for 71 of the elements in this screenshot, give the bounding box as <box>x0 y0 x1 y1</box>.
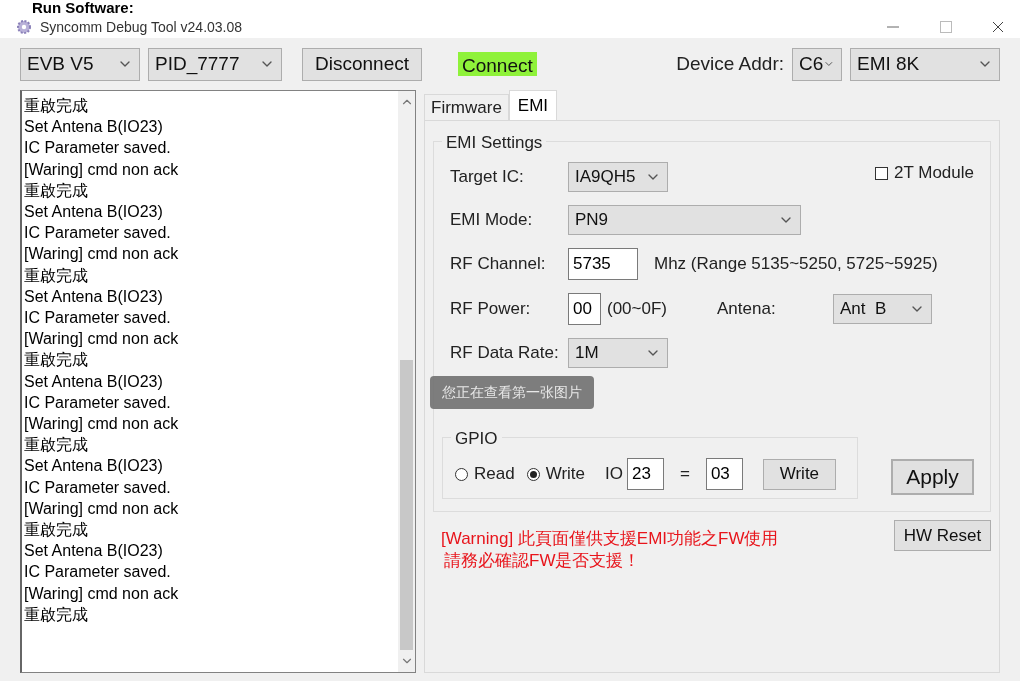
log-line: Set Antena B(IO23) <box>24 371 164 392</box>
mode-select[interactable]: EMI 8K <box>850 47 1000 81</box>
radio-button[interactable] <box>526 467 540 481</box>
checkbox-square[interactable] <box>875 166 888 180</box>
log-line: IC Parameter saved. <box>24 562 172 583</box>
data-rate-select[interactable]: 1M <box>568 338 668 368</box>
apply-button[interactable]: Apply <box>891 459 974 495</box>
log-line: 重啟完成 <box>24 350 89 371</box>
tab[interactable]: Firmware <box>424 94 509 120</box>
log-line: 重啟完成 <box>24 435 89 456</box>
field-label: EMI Mode: <box>450 209 534 232</box>
log-line: IC Parameter saved. <box>24 223 172 244</box>
log-line: [Waring] cmd non ack <box>24 159 180 180</box>
hw-reset-button[interactable]: HW Reset <box>894 520 991 551</box>
log-line: 重啟完成 <box>24 180 89 201</box>
log-line: 重啟完成 <box>24 604 89 625</box>
range-hint: Mhz (Range 5135~5250, 5725~5925) <box>654 253 938 276</box>
page-heading: Run Software: <box>31 0 135 16</box>
device-addr-select[interactable]: C6 <box>792 47 842 81</box>
radio-option[interactable]: Read <box>455 461 515 487</box>
log-line: Set Antena B(IO23) <box>24 456 164 477</box>
scrollbar-thumb[interactable] <box>400 360 413 650</box>
io-label: IO <box>605 463 623 486</box>
log-line: [Waring] cmd non ack <box>24 583 180 604</box>
disconnect-button[interactable]: Disconnect <box>302 47 422 81</box>
log-line: IC Parameter saved. <box>24 477 172 498</box>
field-label: Antena: <box>717 298 777 321</box>
antena-select[interactable]: Ant B <box>833 294 932 324</box>
radio-button[interactable] <box>455 467 468 481</box>
emi-mode-select[interactable]: PN9 <box>568 205 801 235</box>
log-line: 重啟完成 <box>24 96 89 116</box>
maximize-icon[interactable] <box>940 21 952 33</box>
target-ic-select[interactable]: IA9QH5 <box>568 162 668 192</box>
board-select[interactable]: EVB V5 <box>20 47 140 81</box>
log-line: [Waring] cmd non ack <box>24 414 180 435</box>
equals-sign: = <box>679 463 690 486</box>
log-line: IC Parameter saved. <box>24 392 172 413</box>
log-line: Set Antena B(IO23) <box>24 286 164 307</box>
io-field[interactable]: 23 <box>626 458 664 490</box>
field-label: RF Power: <box>450 298 532 321</box>
log-line: IC Parameter saved. <box>24 308 172 329</box>
close-icon[interactable] <box>992 21 1004 33</box>
field-label: Target IC: <box>450 166 525 189</box>
module-checkbox[interactable]: 2T Module <box>875 160 974 186</box>
scrollbar[interactable] <box>398 91 415 672</box>
device-addr-label: Device Addr: <box>676 51 784 76</box>
log-line: 重啟完成 <box>24 520 89 541</box>
log-line: Set Antena B(IO23) <box>24 541 164 562</box>
field-label: RF Channel: <box>450 253 547 276</box>
log-line: IC Parameter saved. <box>24 138 172 159</box>
log-line: 重啟完成 <box>24 265 89 286</box>
log-line: [Waring] cmd non ack <box>24 244 180 265</box>
tab[interactable]: EMI <box>508 90 558 120</box>
warning-text: [Warning] 此頁面僅供支援EMI功能之FW使用 <box>441 528 779 550</box>
value-field[interactable]: 03 <box>705 458 743 490</box>
field-label: RF Data Rate: <box>450 342 560 365</box>
log-line: Set Antena B(IO23) <box>24 202 164 222</box>
log-line: [Waring] cmd non ack <box>24 329 180 350</box>
write-button[interactable]: Write <box>762 458 836 490</box>
log-line: [Waring] cmd non ack <box>24 498 180 519</box>
range-hint: (00~0F) <box>607 298 668 321</box>
rf-channel-field[interactable]: 5735 <box>568 248 638 280</box>
connect-button[interactable]: Connect <box>458 52 537 76</box>
gear-icon <box>16 19 32 35</box>
log-line: Set Antena B(IO23) <box>24 117 164 138</box>
window-title: Syncomm Debug Tool v24.03.08 <box>40 17 243 37</box>
pid-select[interactable]: PID_7777 <box>148 47 282 81</box>
radio-option[interactable]: Write <box>526 461 585 487</box>
rf-power-field[interactable]: 00 <box>568 293 601 325</box>
toast-message: 您正在查看第一张图片 <box>430 376 594 409</box>
warning-text: 請務必確認FW是否支援！ <box>443 550 642 572</box>
